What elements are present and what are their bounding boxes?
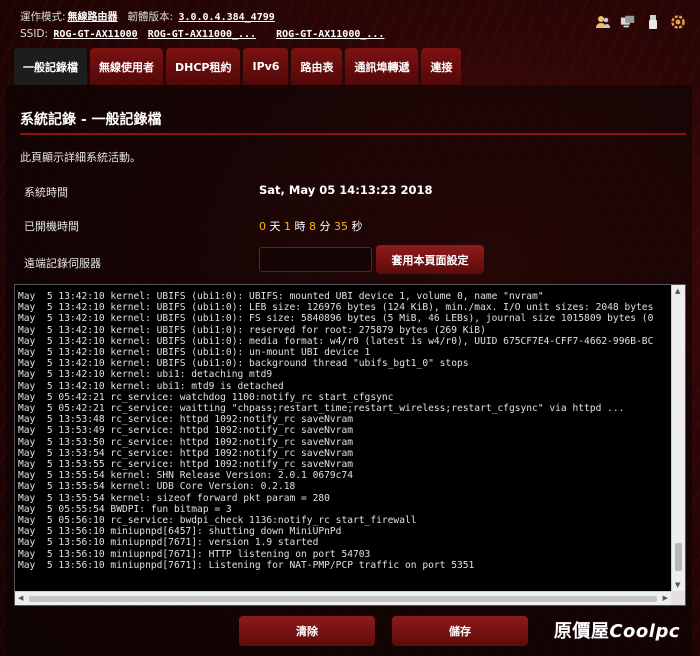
coolpc-watermark: 原價屋Coolpc xyxy=(554,617,680,643)
firmware-version-value[interactable]: 3.0.0.4.384_4799 xyxy=(178,12,274,23)
uptime-hours-unit: 時 xyxy=(294,220,306,233)
log-line: May 5 13:56:10 miniupnpd[7671]: version … xyxy=(18,537,319,549)
log-content: May 5 13:42:10 kernel: UBIFS (ubi1:0): U… xyxy=(18,291,666,591)
log-line: May 5 13:55:54 kernel: UDB Core Version:… xyxy=(18,481,296,493)
log-textarea[interactable]: May 5 13:42:10 kernel: UBIFS (ubi1:0): U… xyxy=(14,284,686,606)
system-time-label: 系統時間 xyxy=(24,186,68,199)
uptime-minutes-unit: 分 xyxy=(319,220,331,233)
router-info: 運作模式: 無線路由器 韌體版本: 3.0.0.4.384_4799 SSID: R… xyxy=(20,9,384,43)
uptime-days: 0 xyxy=(259,220,266,233)
log-line: May 5 13:42:10 kernel: UBIFS (ubi1:0): U… xyxy=(18,291,544,302)
tab-general-log[interactable]: 一般記錄檔 xyxy=(14,48,87,85)
watermark-en: Coolpc xyxy=(609,621,680,642)
tab-routing-table[interactable]: 路由表 xyxy=(291,48,343,85)
scrollbar-corner xyxy=(671,591,685,605)
title-divider xyxy=(20,133,686,135)
scroll-down-icon[interactable]: ▼ xyxy=(675,581,680,589)
page-description: 此頁顯示詳細系統活動。 xyxy=(20,151,141,164)
vertical-scroll-thumb[interactable] xyxy=(675,543,682,571)
settings-gear-icon[interactable] xyxy=(670,14,686,30)
remote-log-server-input[interactable] xyxy=(259,247,372,272)
info-line-2: SSID: ROG-GT-AX11000 ROG-GT-AX11000_... RO… xyxy=(20,26,384,43)
tab-ipv6[interactable]: IPv6 xyxy=(243,48,289,85)
firmware-label: 韌體版本: xyxy=(127,11,174,23)
users-icon[interactable] xyxy=(595,14,611,30)
log-line: May 5 13:42:10 kernel: ubi1: detaching m… xyxy=(18,369,273,381)
uptime-seconds: 35 xyxy=(334,220,348,233)
ssid-label: SSID: xyxy=(20,28,49,40)
log-line: May 5 13:55:54 kernel: SHN Release Versi… xyxy=(18,470,354,482)
log-line: May 5 13:42:10 kernel: UBIFS (ubi1:0): F… xyxy=(18,313,654,325)
ssid-value[interactable]: ROG-GT-AX11000_... xyxy=(148,29,256,40)
log-line: May 5 13:42:10 kernel: UBIFS (ubi1:0): u… xyxy=(18,347,371,359)
log-line: May 5 13:42:10 kernel: UBIFS (ubi1:0): L… xyxy=(18,302,654,314)
log-line: May 5 13:42:10 kernel: UBIFS (ubi1:0): r… xyxy=(18,324,486,336)
scroll-left-icon[interactable]: ◀ xyxy=(18,594,23,602)
tab-dhcp-leases[interactable]: DHCP租約 xyxy=(166,48,241,85)
log-line: May 5 05:56:10 rc_service: bwdpi_check 1… xyxy=(18,515,417,527)
page-title: 系統記錄 - 一般記錄檔 xyxy=(20,112,162,128)
tab-wireless-users[interactable]: 無線使用者 xyxy=(90,48,163,85)
save-button[interactable]: 儲存 xyxy=(392,616,528,646)
log-line: May 5 13:53:48 rc_service: httpd 1092:no… xyxy=(18,414,354,426)
ssid-value[interactable]: ROG-GT-AX11000_... xyxy=(276,29,384,40)
clear-button[interactable]: 清除 xyxy=(239,616,375,646)
apply-settings-button[interactable]: 套用本頁面設定 xyxy=(376,245,484,274)
log-line: May 5 13:42:10 kernel: UBIFS (ubi1:0): m… xyxy=(18,335,654,347)
tab-port-forwarding[interactable]: 通訊埠轉遞 xyxy=(345,48,419,85)
uptime-value: 0 天 1 時 8 分 35 秒 xyxy=(259,218,363,234)
uptime-seconds-unit: 秒 xyxy=(351,220,363,233)
log-line: May 5 13:55:54 kernel: sizeof forward pk… xyxy=(18,492,330,504)
status-icons xyxy=(595,14,686,30)
system-time-value: Sat, May 05 14:13:23 2018 xyxy=(259,183,433,197)
log-line: May 5 13:53:50 rc_service: httpd 1092:no… xyxy=(18,436,354,448)
network-clients-icon[interactable] xyxy=(620,14,636,30)
operation-mode-label: 運作模式: xyxy=(20,11,66,23)
uptime-minutes: 8 xyxy=(309,220,316,233)
uptime-days-unit: 天 xyxy=(269,220,281,233)
watermark-zh: 原價屋 xyxy=(553,621,610,642)
uptime-label: 已開機時間 xyxy=(24,220,79,233)
tab-connections[interactable]: 連接 xyxy=(421,48,462,85)
remote-log-server-label: 遠端記錄伺服器 xyxy=(24,257,101,270)
horizontal-scroll-thumb[interactable] xyxy=(29,596,657,602)
info-line-1: 運作模式: 無線路由器 韌體版本: 3.0.0.4.384_4799 xyxy=(20,9,384,26)
log-tabs: 一般記錄檔 無線使用者 DHCP租約 IPv6 路由表 通訊埠轉遞 連接 xyxy=(14,48,462,85)
log-line: May 5 05:42:21 rc_service: watchdog 1100… xyxy=(18,391,394,403)
ssid-value[interactable]: ROG-GT-AX11000 xyxy=(53,29,137,40)
uptime-hours: 1 xyxy=(284,220,291,233)
log-line: May 5 13:56:10 miniupnpd[7671]: Listenin… xyxy=(18,559,475,571)
log-line: May 5 05:42:21 rc_service: waitting "chp… xyxy=(18,403,625,415)
scroll-up-icon[interactable]: ▲ xyxy=(675,287,680,295)
log-line: May 5 13:56:10 miniupnpd[7671]: HTTP lis… xyxy=(18,548,371,560)
scroll-right-icon[interactable]: ▶ xyxy=(663,594,668,602)
operation-mode-value[interactable]: 無線路由器 xyxy=(68,12,118,23)
log-line: May 5 13:53:54 rc_service: httpd 1092:no… xyxy=(18,447,354,459)
log-line: May 5 13:53:55 rc_service: httpd 1092:no… xyxy=(18,459,354,471)
horizontal-scrollbar[interactable]: ◀ ▶ xyxy=(15,591,671,605)
log-line: May 5 13:42:10 kernel: UBIFS (ubi1:0): b… xyxy=(18,358,469,370)
log-line: May 5 13:53:49 rc_service: httpd 1092:no… xyxy=(18,425,354,437)
log-line: May 5 13:56:10 miniupnpd[6457]: shutting… xyxy=(18,526,342,538)
vertical-scrollbar[interactable]: ▲ ▼ xyxy=(671,285,685,591)
log-line: May 5 05:55:54 BWDPI: fun bitmap = 3 xyxy=(18,503,232,515)
main-panel: 系統記錄 - 一般記錄檔 此頁顯示詳細系統活動。 系統時間 Sat, May 0… xyxy=(6,85,692,656)
log-line: May 5 13:42:10 kernel: ubi1: mtd9 is det… xyxy=(18,380,284,392)
usb-icon[interactable] xyxy=(645,14,661,30)
